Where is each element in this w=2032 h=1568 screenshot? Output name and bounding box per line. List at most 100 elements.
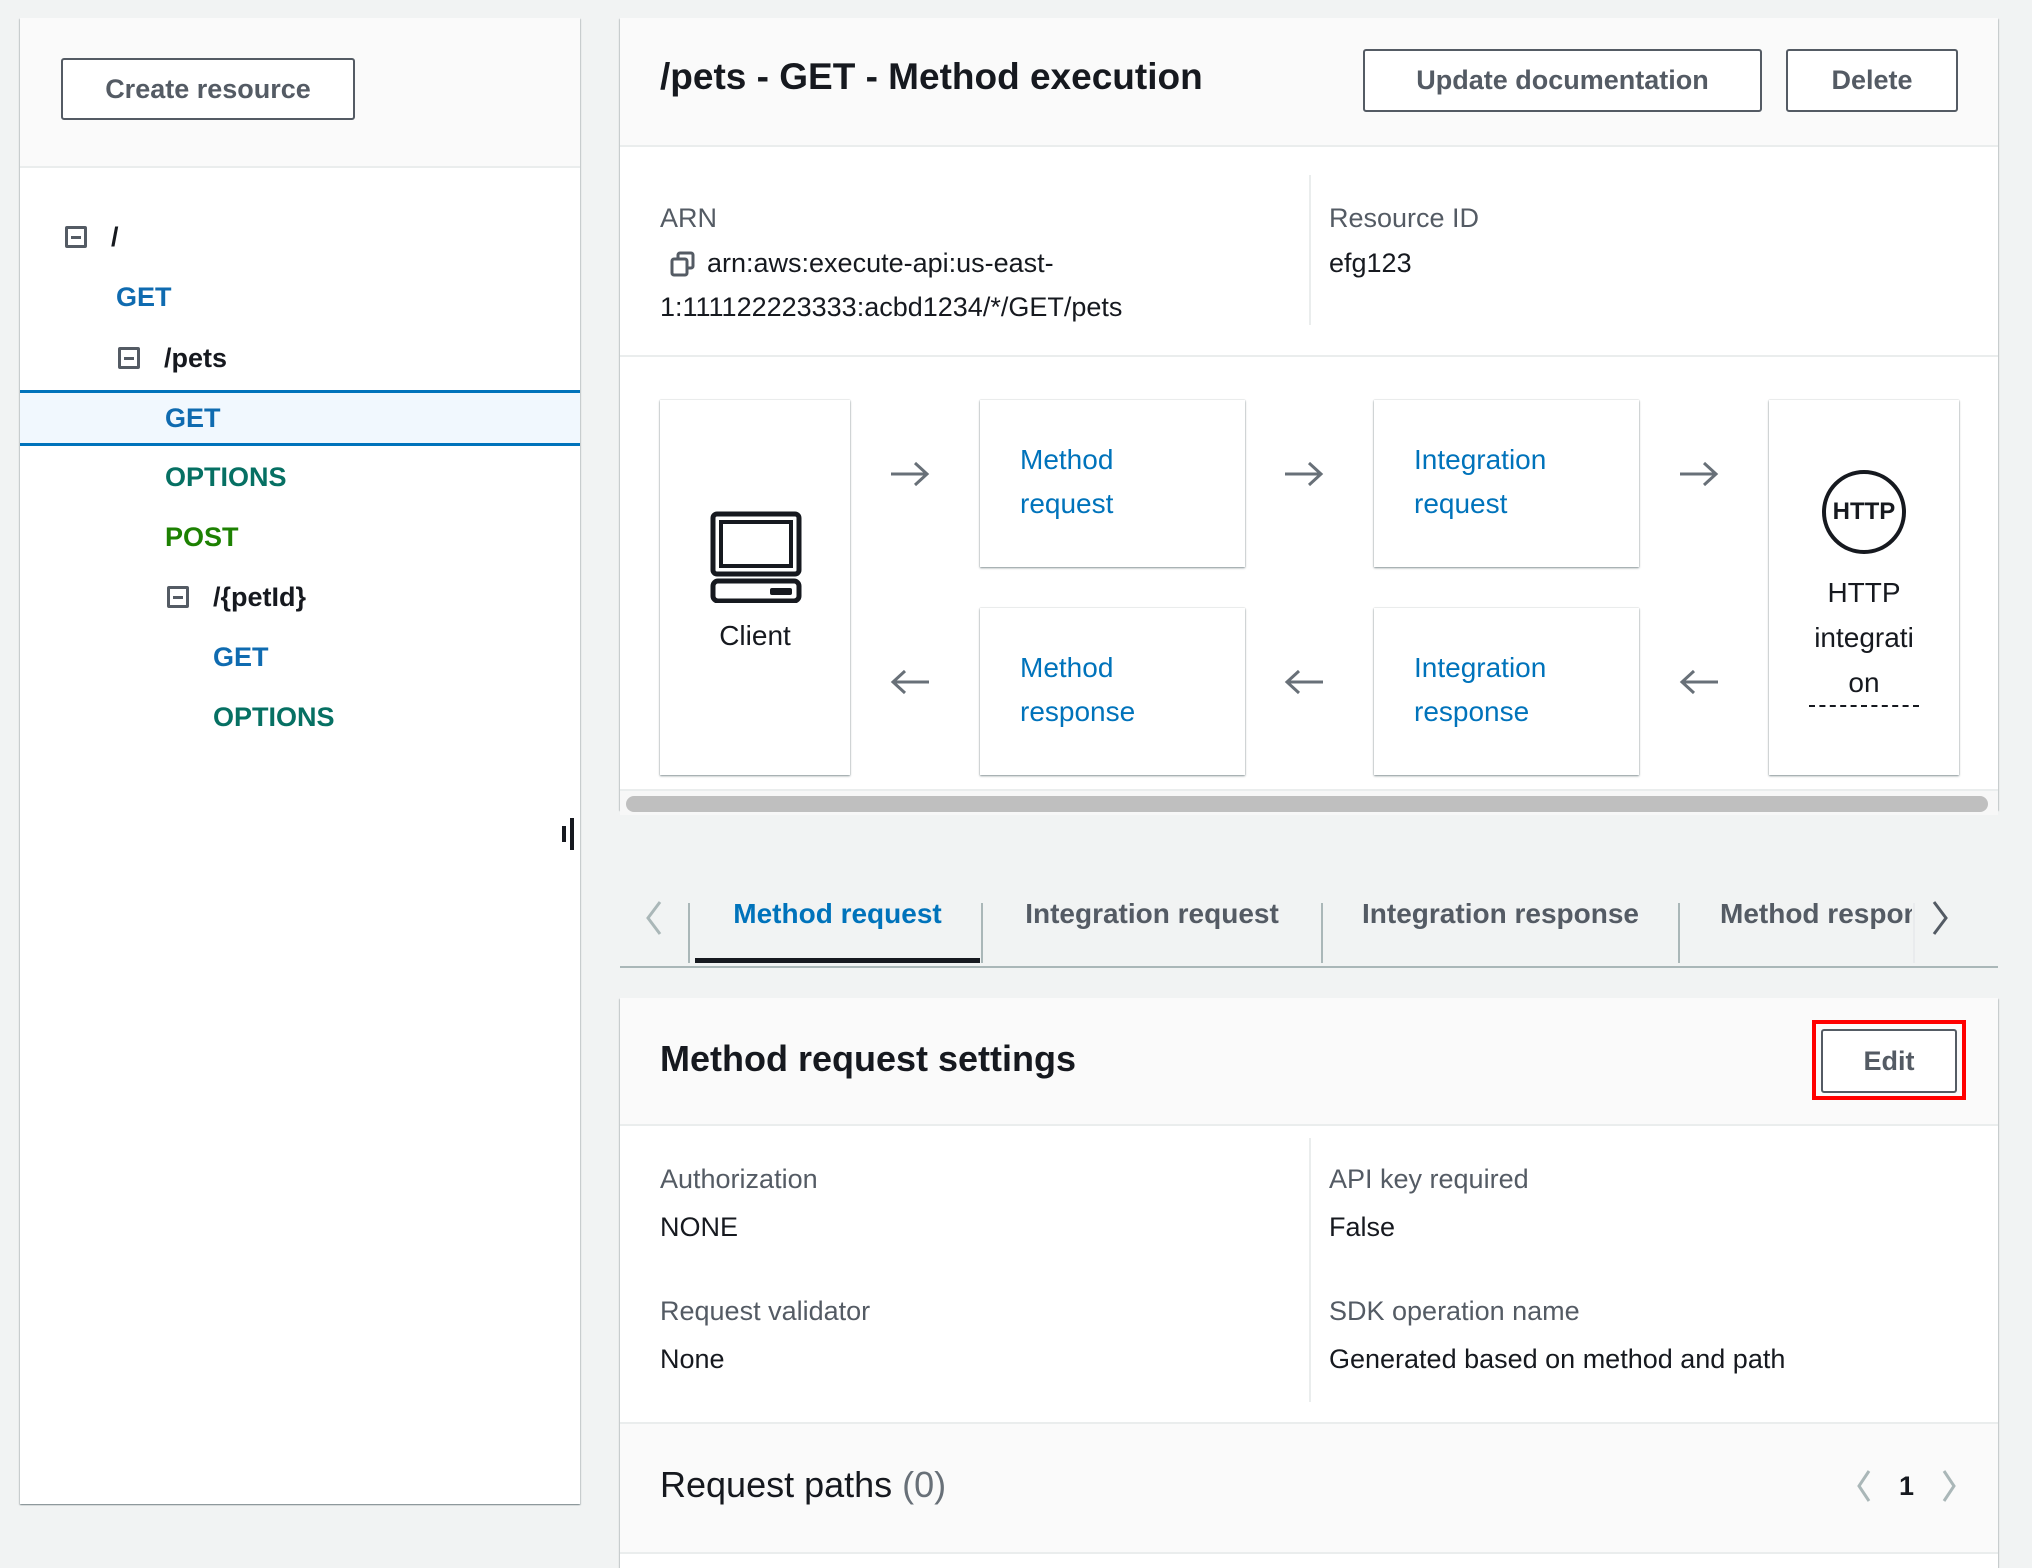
authorization-label: Authorization — [660, 1164, 818, 1194]
request-validator-value: None — [660, 1344, 725, 1374]
tab-integration-request[interactable]: Integration request — [983, 866, 1321, 962]
method-tabs: Method request Integration request Integ… — [620, 866, 1998, 968]
tab-method-response[interactable]: Method respons — [1680, 866, 1912, 962]
copy-icon[interactable] — [670, 251, 696, 277]
tree-item-label: POST — [165, 521, 239, 552]
method-execution-header: /pets - GET - Method execution Update do… — [620, 18, 1998, 147]
page-title: /pets - GET - Method execution — [660, 56, 1203, 97]
http-label-underline — [1809, 705, 1919, 707]
sdk-operation-name-value: Generated based on method and path — [1329, 1344, 1786, 1374]
tree-item-label: /{petId} — [213, 581, 307, 612]
arrow-left-icon — [1284, 669, 1323, 695]
method-request-settings-card: Method request settings Edit Authorizati… — [620, 998, 1998, 1568]
integration-request-link-line2[interactable]: request — [1414, 482, 1639, 526]
method-details: ARN arn:aws:execute-api:us-east- 1:11112… — [620, 147, 1998, 357]
method-response-link-line2[interactable]: response — [1020, 690, 1245, 734]
tree-item-label: /pets — [164, 342, 228, 373]
http-label-line1: HTTP — [1827, 577, 1901, 608]
panel-resize-handle[interactable] — [562, 818, 576, 850]
tree-item-label: GET — [165, 402, 221, 433]
tree-item-pets-get-selected[interactable]: GET — [20, 390, 580, 446]
tree-item-petid[interactable]: /{petId} — [20, 571, 580, 623]
method-request-card[interactable]: Method request — [980, 400, 1245, 567]
request-paths-count: (0) — [902, 1464, 947, 1505]
settings-title: Method request settings — [660, 1038, 1077, 1079]
resource-id-label: Resource ID — [1329, 203, 1480, 233]
integration-request-card[interactable]: Integration request — [1374, 400, 1639, 567]
tab-separator — [688, 903, 690, 963]
scrollbar-thumb[interactable] — [626, 796, 1988, 812]
settings-body: Authorization NONE Request validator Non… — [620, 1126, 1998, 1424]
details-divider — [1309, 175, 1311, 325]
resources-panel: Create resource / GET /pets GET OPTIONS … — [20, 18, 580, 1504]
diagram-horizontal-scrollbar[interactable] — [620, 789, 1998, 815]
api-key-required-value: False — [1329, 1212, 1396, 1242]
tree-item-pets[interactable]: /pets — [20, 332, 580, 384]
http-label-line2: integrati — [1814, 622, 1914, 653]
collapse-icon[interactable] — [118, 347, 140, 369]
arrow-right-icon — [1680, 461, 1719, 487]
method-execution-card: /pets - GET - Method execution Update do… — [620, 18, 1998, 815]
tree-item-pets-options[interactable]: OPTIONS — [20, 451, 580, 503]
http-integration-label[interactable]: HTTP integrati on — [1769, 570, 1959, 705]
authorization-value: NONE — [660, 1212, 739, 1242]
integration-request-link-line1[interactable]: Integration — [1414, 438, 1639, 482]
request-paths-header: Request paths (0) 1 — [620, 1424, 1998, 1554]
api-key-required-label: API key required — [1329, 1164, 1529, 1194]
tree-item-pets-post[interactable]: POST — [20, 511, 580, 563]
arrow-right-icon — [1285, 461, 1324, 487]
chevron-left-icon[interactable] — [1855, 1469, 1873, 1503]
tree-item-label: / — [111, 221, 119, 252]
update-documentation-button[interactable]: Update documentation — [1363, 49, 1762, 112]
active-tab-indicator — [695, 958, 980, 963]
request-paths-label: Request paths — [660, 1464, 893, 1505]
edit-button[interactable]: Edit — [1821, 1029, 1957, 1093]
chevron-right-icon[interactable] — [1940, 1469, 1958, 1503]
integration-response-link-line1[interactable]: Integration — [1414, 646, 1639, 690]
integration-response-card[interactable]: Integration response — [1374, 608, 1639, 775]
tree-item-petid-get[interactable]: GET — [20, 631, 580, 683]
settings-divider — [1309, 1138, 1311, 1402]
pagination: 1 — [1855, 1464, 1958, 1508]
integration-response-link-line2[interactable]: response — [1414, 690, 1639, 734]
create-resource-button[interactable]: Create resource — [61, 58, 355, 120]
tab-method-request[interactable]: Method request — [695, 866, 980, 962]
http-integration-card: HTTP HTTP integrati on — [1769, 400, 1959, 775]
tree-item-label: GET — [116, 281, 172, 312]
tree-item-label: OPTIONS — [165, 461, 287, 492]
tabs-scroll-left-button[interactable] — [634, 888, 674, 948]
method-request-link-line2[interactable]: request — [1020, 482, 1245, 526]
method-request-link-line1[interactable]: Method — [1020, 438, 1245, 482]
tree-item-petid-options[interactable]: OPTIONS — [20, 691, 580, 743]
client-label: Client — [719, 620, 791, 651]
resource-id-value: efg123 — [1329, 248, 1412, 278]
sdk-operation-name-label: SDK operation name — [1329, 1296, 1580, 1326]
arn-label: ARN — [660, 203, 718, 233]
http-label-line3: on — [1848, 667, 1880, 698]
arn-value-line1: arn:aws:execute-api:us-east- — [707, 248, 1054, 278]
delete-button[interactable]: Delete — [1786, 49, 1958, 112]
request-validator-label: Request validator — [660, 1296, 871, 1326]
http-icon: HTTP — [1822, 470, 1906, 554]
arrow-left-icon — [890, 669, 929, 695]
tree-item-root-get[interactable]: GET — [20, 271, 580, 323]
tree-item-label: GET — [213, 641, 269, 672]
current-page-number[interactable]: 1 — [1899, 1471, 1914, 1502]
resources-panel-header: Create resource — [20, 18, 580, 168]
tab-integration-response[interactable]: Integration response — [1323, 866, 1678, 962]
tabs-scroll-right-button[interactable] — [1920, 888, 1960, 948]
arn-value-line2: 1:111122223333:acbd1234/*/GET/pets — [660, 292, 1123, 322]
collapse-icon[interactable] — [65, 226, 87, 248]
method-response-card[interactable]: Method response — [980, 608, 1245, 775]
chevron-right-icon — [1932, 901, 1948, 935]
arrow-left-icon — [1679, 669, 1718, 695]
client-card: Client — [660, 400, 850, 775]
arrow-right-icon — [891, 461, 930, 487]
tree-item-root[interactable]: / — [20, 211, 580, 263]
tab-separator — [1913, 903, 1915, 963]
chevron-left-icon — [646, 901, 662, 935]
collapse-icon[interactable] — [167, 586, 189, 608]
client-computer-icon — [710, 511, 802, 603]
tree-item-label: OPTIONS — [213, 701, 335, 732]
method-response-link-line1[interactable]: Method — [1020, 646, 1245, 690]
